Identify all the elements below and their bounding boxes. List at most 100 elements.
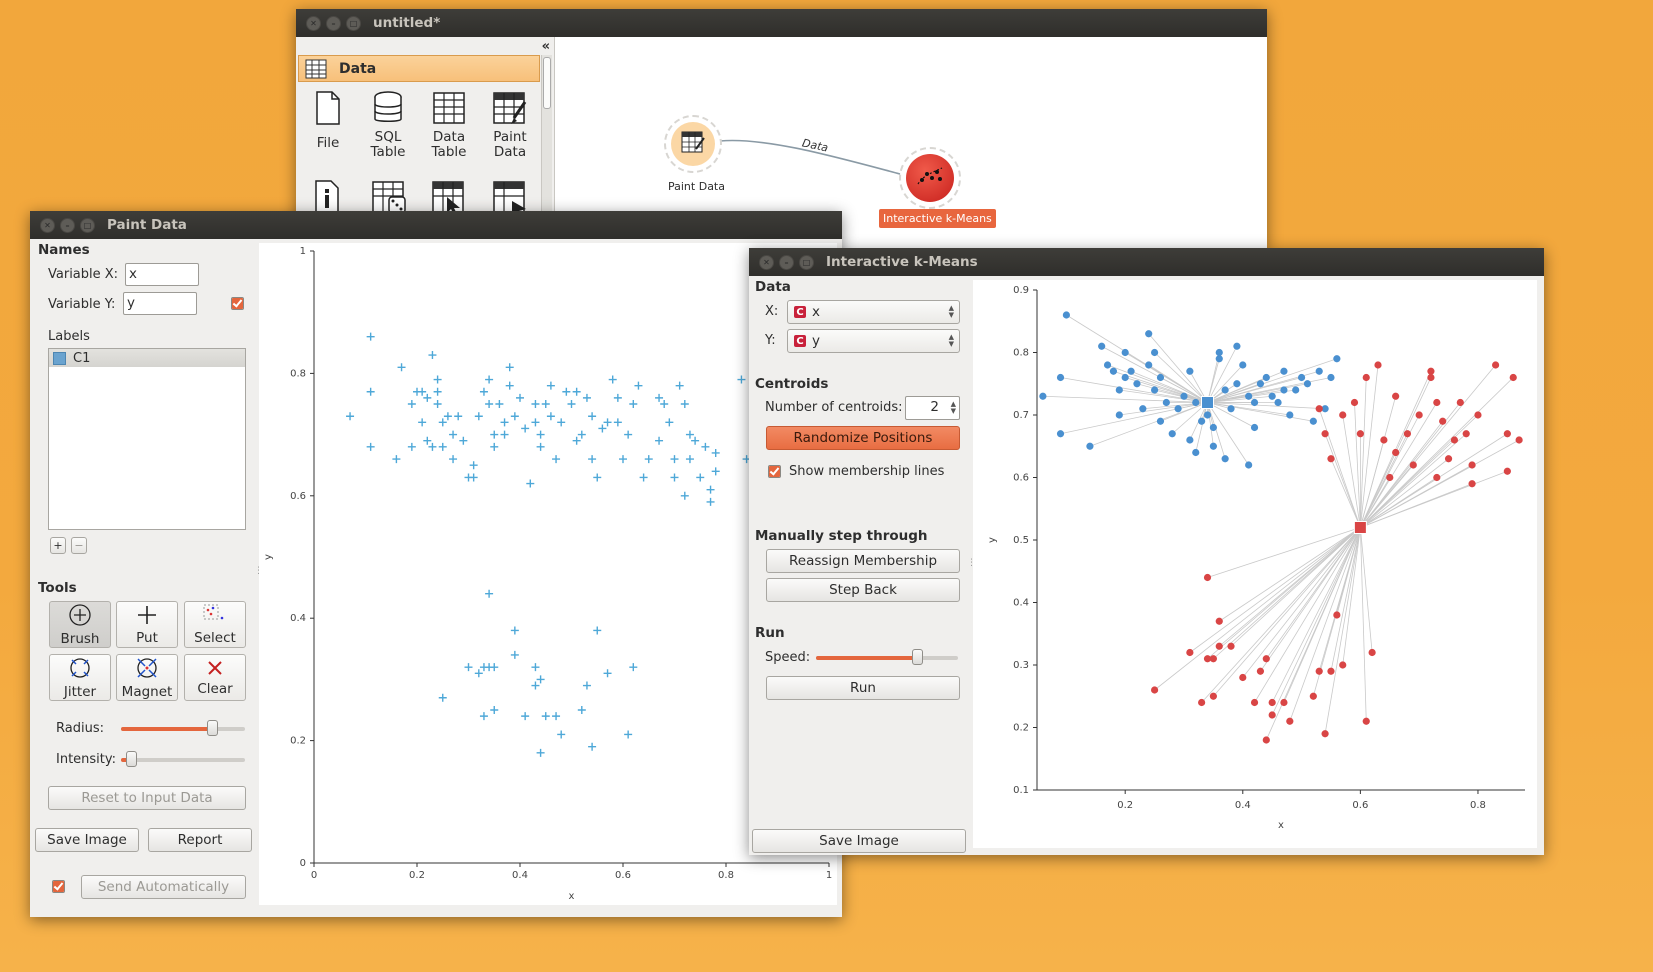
data-point	[1503, 467, 1511, 475]
data-point	[624, 430, 633, 439]
randomize-positions-button[interactable]: Randomize Positions	[766, 426, 960, 450]
data-point	[1098, 342, 1106, 350]
spin-arrows-icon[interactable]: ▲ ▼	[951, 401, 956, 415]
data-point	[495, 400, 504, 408]
node-paint-data[interactable]	[664, 115, 722, 173]
data-point	[469, 461, 478, 470]
kmeans-save-image-button[interactable]: Save Image	[752, 829, 966, 853]
data-point	[505, 363, 514, 372]
kmeans-plot-area[interactable]: 0.2 0.4 0.6 0.8 0.1 0.2 0.3 0.4 0.5 0.6 0.7 0.8 0.9 x…	[973, 280, 1537, 848]
x-attribute-combo[interactable]: C x ▲ ▼	[787, 300, 960, 324]
close-icon[interactable]: ✕	[759, 254, 774, 270]
clear-tool-label: Clear	[197, 680, 233, 697]
radius-slider-handle[interactable]	[206, 720, 218, 736]
y-tick-label: 0.5	[1013, 535, 1029, 546]
y-axis-label: y	[987, 537, 998, 543]
data-point	[1362, 717, 1370, 725]
data-point	[1215, 617, 1223, 625]
y-attribute-combo[interactable]: C y ▲ ▼	[787, 329, 960, 353]
data-point	[366, 332, 375, 341]
x-tick-label: 0.8	[718, 870, 734, 881]
data-point	[1268, 711, 1276, 719]
node-kmeans[interactable]	[899, 147, 961, 209]
add-label-button[interactable]: +	[50, 537, 66, 554]
data-point	[1444, 455, 1453, 463]
data-point	[464, 663, 473, 672]
paint-data-title: Paint Data	[107, 217, 187, 233]
data-point	[629, 400, 638, 408]
send-automatically-checkbox[interactable]	[52, 880, 65, 893]
num-centroids-spinbox[interactable]: 2 ▲ ▼	[905, 396, 960, 420]
data-point	[1462, 430, 1470, 438]
data-point	[624, 730, 633, 739]
report-button[interactable]: Report	[148, 828, 252, 852]
membership-line	[1289, 527, 1361, 722]
paint-data-titlebar[interactable]: ✕ – □ Paint Data	[30, 211, 842, 239]
y-tick-label: 0.3	[1013, 660, 1029, 671]
data-point	[1409, 461, 1417, 469]
maximize-icon[interactable]: □	[80, 217, 95, 233]
combo-arrows-icon: ▲ ▼	[948, 333, 954, 348]
brush-tool[interactable]: Brush	[49, 601, 111, 648]
magnet-tool[interactable]: Magnet	[116, 654, 178, 701]
data-point	[1427, 367, 1435, 375]
run-button[interactable]: Run	[766, 676, 960, 700]
intensity-slider-handle[interactable]	[125, 751, 137, 767]
data-point	[1315, 667, 1323, 675]
data-point	[1492, 361, 1500, 369]
var-y-input[interactable]: y	[123, 292, 197, 315]
y-tick-label: 0.2	[290, 736, 306, 747]
select-tool-label: Select	[194, 629, 236, 646]
save-image-button[interactable]: Save Image	[35, 828, 139, 852]
clear-tool[interactable]: Clear	[184, 654, 246, 701]
y-tick-label: 0.7	[1013, 410, 1029, 421]
remove-label-button[interactable]: −	[71, 537, 87, 554]
maximize-icon[interactable]: □	[799, 254, 814, 270]
kmeans-plot[interactable]: 0.2 0.4 0.6 0.8 0.1 0.2 0.3 0.4 0.5 0.6 0.7 0.8 0.9 x…	[973, 280, 1537, 848]
list-item[interactable]: C1	[49, 349, 245, 367]
close-icon[interactable]: ✕	[40, 217, 55, 233]
data-point	[1468, 480, 1476, 488]
minimize-icon[interactable]: –	[779, 254, 794, 270]
membership-line	[1360, 458, 1449, 528]
intensity-slider[interactable]	[121, 751, 245, 767]
radius-slider-fill	[121, 727, 212, 731]
var-y-checkbox[interactable]	[231, 297, 244, 310]
data-point	[588, 412, 597, 421]
y-tick-label: 0.2	[1013, 723, 1029, 734]
reassign-membership-button[interactable]: Reassign Membership	[766, 549, 960, 573]
show-membership-lines-checkbox[interactable]	[768, 465, 781, 478]
data-point	[469, 473, 478, 482]
reset-to-input-button[interactable]: Reset to Input Data	[48, 786, 246, 810]
speed-slider[interactable]	[816, 649, 958, 665]
magnet-icon	[134, 656, 160, 684]
speed-slider-handle[interactable]	[911, 649, 923, 665]
jitter-tool[interactable]: Jitter	[49, 654, 111, 701]
data-point	[1150, 348, 1159, 357]
data-point	[598, 424, 607, 433]
data-point	[603, 669, 612, 678]
labels-list[interactable]: C1	[48, 348, 246, 530]
data-point	[546, 412, 555, 421]
data-point	[407, 400, 416, 408]
select-tool[interactable]: Select	[184, 601, 246, 648]
data-point	[613, 418, 622, 427]
step-back-button[interactable]: Step Back	[766, 578, 960, 602]
minimize-icon[interactable]: –	[60, 217, 75, 233]
label-item-text: C1	[73, 350, 91, 366]
var-x-input[interactable]: x	[125, 263, 199, 286]
data-point	[1103, 361, 1112, 369]
radius-slider[interactable]	[121, 720, 245, 736]
y-tick-label: 0.4	[1013, 598, 1029, 609]
send-automatically-button[interactable]: Send Automatically	[81, 875, 246, 899]
data-point	[531, 681, 540, 690]
data-point	[562, 387, 571, 396]
kmeans-titlebar[interactable]: ✕ – □ Interactive k-Means	[749, 248, 1544, 276]
data-point	[1245, 392, 1253, 400]
data-point	[1374, 361, 1382, 369]
paint-data-icon	[680, 129, 706, 159]
data-point	[541, 712, 550, 721]
intensity-label: Intensity:	[56, 752, 117, 767]
data-point	[1192, 398, 1200, 407]
put-tool[interactable]: Put	[116, 601, 178, 648]
